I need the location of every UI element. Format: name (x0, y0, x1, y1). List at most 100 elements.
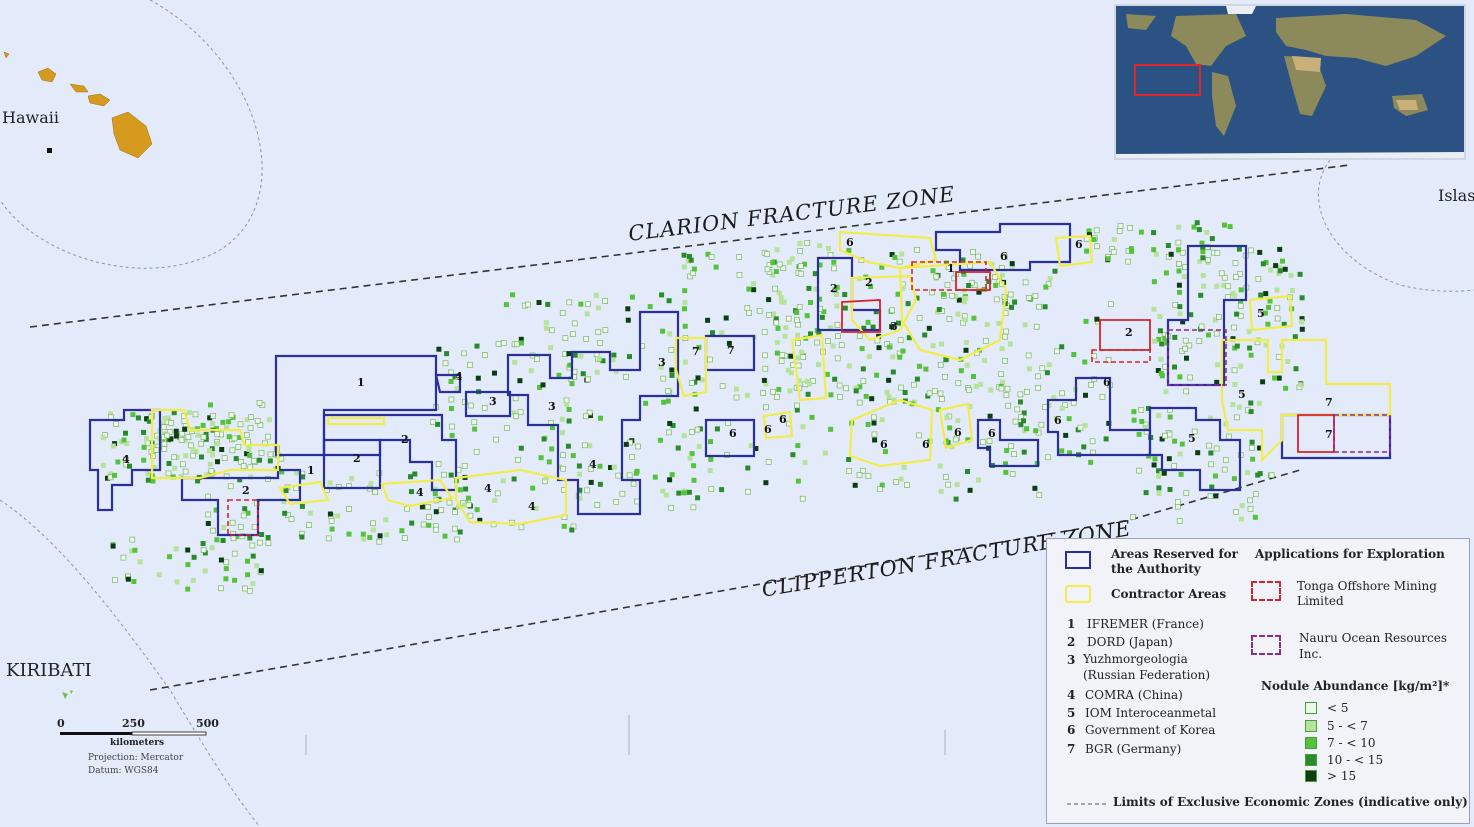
nodule-sample (1117, 223, 1124, 229)
nodule-sample (361, 536, 367, 542)
nodule-sample (597, 339, 604, 346)
legend-abundance-class-3: 7 - < 10 (1327, 736, 1376, 750)
nodule-sample (457, 529, 463, 535)
nodule-sample (1138, 229, 1144, 235)
svg-text:7: 7 (1325, 396, 1333, 409)
nodule-sample (901, 464, 907, 470)
nodule-sample (1207, 493, 1214, 500)
nodule-sample (367, 535, 373, 540)
nodule-sample (408, 474, 413, 480)
nodule-sample (265, 535, 271, 540)
nodule-sample (1175, 499, 1181, 505)
nodule-sample (736, 271, 743, 278)
nodule-sample (874, 372, 880, 378)
map-legend: Areas Reserved for the Authority Contrac… (1046, 538, 1470, 824)
nodule-sample (625, 317, 631, 323)
legend-contractor-7-name: BGR (Germany) (1085, 742, 1182, 756)
nodule-sample (131, 579, 137, 584)
nodule-sample (940, 291, 946, 297)
nodule-sample (852, 482, 858, 488)
nodule-sample (370, 527, 376, 533)
nodule-sample (346, 531, 352, 537)
nodule-sample (914, 376, 920, 382)
nodule-sample (1213, 493, 1219, 499)
nodule-sample (1274, 287, 1280, 293)
nodule-sample (466, 501, 472, 508)
svg-text:1: 1 (357, 376, 365, 389)
legend-tonga-line1: Tonga Offshore Mining (1297, 579, 1437, 593)
nodule-sample (834, 303, 840, 309)
nodule-sample (1042, 304, 1048, 310)
nodule-sample (943, 474, 949, 480)
nodule-sample (1223, 457, 1229, 463)
nodule-sample (886, 344, 892, 350)
nodule-sample (1176, 268, 1182, 274)
nodule-sample (797, 263, 804, 270)
nodule-sample (566, 418, 572, 424)
legend-nauru-line2: Inc. (1299, 647, 1323, 661)
nodule-sample (578, 353, 584, 359)
nodule-sample (687, 254, 692, 259)
nodule-sample (774, 350, 780, 356)
nodule-sample (694, 426, 701, 433)
nodule-sample (214, 537, 220, 543)
legend-swatch-reserved (1065, 551, 1091, 569)
nodule-sample (695, 375, 701, 381)
nodule-sample (667, 421, 673, 426)
scale-unit: kilometers (110, 738, 165, 748)
nodule-sample (1011, 451, 1018, 458)
nodule-sample (182, 426, 188, 432)
svg-text:4: 4 (455, 370, 463, 383)
nodule-sample (584, 311, 590, 317)
legend-abundance-class-4: 10 - < 15 (1327, 753, 1384, 767)
scale-bar (60, 731, 207, 736)
nodule-sample (819, 314, 825, 320)
svg-text:2: 2 (1125, 326, 1133, 339)
nodule-sample (560, 465, 567, 472)
nodule-sample (937, 463, 943, 469)
nodule-sample (751, 287, 757, 293)
nodule-sample (1003, 469, 1009, 475)
nodule-sample (963, 340, 969, 345)
nodule-sample (230, 535, 237, 542)
nodule-sample (566, 407, 572, 412)
nodule-sample (1089, 438, 1096, 445)
nodule-sample (1045, 454, 1051, 461)
nodule-sample (776, 386, 782, 392)
nodule-sample (161, 446, 168, 452)
nodule-sample (249, 542, 256, 549)
nodule-sample (691, 477, 697, 483)
nodule-sample (987, 413, 993, 419)
nodule-sample (566, 351, 572, 357)
nodule-sample (971, 315, 977, 321)
nodule-sample (121, 437, 127, 443)
nodule-sample (113, 421, 119, 427)
nodule-sample (689, 451, 695, 457)
nodule-sample (581, 442, 588, 449)
nodule-sample (129, 536, 136, 543)
nodule-sample (1036, 492, 1043, 499)
nodule-sample (719, 487, 725, 493)
nodule-sample (660, 375, 667, 382)
nodule-sample (805, 391, 811, 397)
nodule-sample (785, 315, 792, 322)
nodule-sample (1002, 357, 1008, 364)
nodule-sample (998, 385, 1005, 392)
svg-text:6: 6 (1054, 414, 1062, 427)
nodule-sample (1274, 305, 1281, 311)
nodule-sample (834, 355, 841, 362)
nodule-sample (955, 311, 961, 317)
nodule-sample (432, 491, 438, 497)
nodule-sample (1238, 287, 1244, 293)
nodule-sample (256, 539, 263, 546)
nodule-sample (690, 504, 697, 511)
nodule-sample (192, 411, 199, 418)
nodule-sample (1226, 433, 1232, 440)
nodule-sample (1249, 445, 1255, 451)
svg-text:4: 4 (122, 453, 130, 466)
nodule-sample (781, 299, 787, 305)
nodule-sample (937, 362, 944, 368)
nodule-sample (666, 298, 672, 304)
nodule-sample (246, 587, 253, 594)
nodule-sample (1201, 283, 1207, 289)
